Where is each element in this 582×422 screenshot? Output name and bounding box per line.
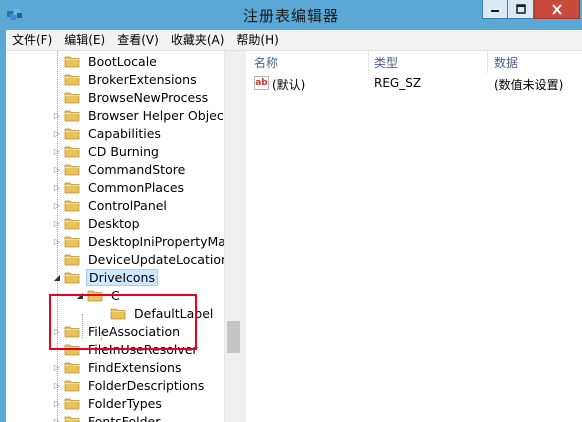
menu-view[interactable]: 查看(V) (111, 31, 165, 49)
tree-node-label: FolderDescriptions (88, 377, 205, 393)
value-data: (数值未设置) (494, 78, 564, 92)
tree-node-label: BootLocale (88, 53, 157, 69)
expand-arrow-icon[interactable]: ▷ (52, 214, 62, 232)
tree-node-label: BrokerExtensions (88, 71, 197, 87)
maximize-button[interactable] (508, 0, 534, 19)
collapse-arrow-icon[interactable]: ◢ (52, 268, 62, 286)
expand-arrow-icon[interactable]: ▷ (52, 232, 62, 250)
tree-scrollbar[interactable] (224, 51, 242, 422)
tree-node[interactable]: ▷ FindExtensions (52, 358, 184, 376)
tree-node-label: DeviceUpdateLocations (88, 251, 236, 267)
expand-arrow-icon[interactable]: ▷ (52, 106, 62, 124)
tree-node-label: FolderTypes (88, 395, 162, 411)
folder-icon (64, 398, 80, 410)
folder-icon (64, 56, 80, 68)
tree-node[interactable]: BrokerExtensions (52, 70, 199, 88)
client-area: 文件(F) 编辑(E) 查看(V) 收藏夹(A) 帮助(H) BootLocal… (6, 30, 582, 422)
tree-node[interactable]: ▷ Desktop (52, 214, 142, 232)
tree-node[interactable]: ▷ CD Burning (52, 142, 161, 160)
tree-node-label: CommandStore (88, 161, 186, 177)
tree-node-label: Browser Helper Objects (88, 107, 236, 123)
folder-icon (64, 164, 80, 176)
value-name: (默认) (272, 78, 306, 92)
string-value-icon: ab (254, 76, 269, 90)
tree-node[interactable]: ▷ Browser Helper Objects (52, 106, 237, 124)
column-header-data[interactable]: 数据 (494, 54, 518, 71)
tree-node-label: CommonPlaces (88, 179, 185, 195)
tree-node-label: Desktop (88, 215, 140, 231)
menu-edit[interactable]: 编辑(E) (58, 31, 111, 49)
tree-node[interactable]: DeviceUpdateLocations (52, 250, 237, 268)
minimize-icon (491, 10, 499, 12)
folder-icon (64, 74, 80, 86)
tree-node-label: FontsFolder (88, 413, 161, 422)
expand-arrow-icon[interactable]: ▷ (52, 394, 62, 412)
menu-file[interactable]: 文件(F) (6, 31, 58, 49)
tree-scrollbar-thumb[interactable] (227, 321, 240, 353)
tree-node[interactable]: ▷ DesktopIniPropertyMap (52, 232, 236, 250)
tree-node[interactable]: ▷ Capabilities (52, 124, 163, 142)
expand-arrow-icon[interactable]: ▷ (52, 124, 62, 142)
folder-icon (64, 236, 80, 248)
expand-arrow-icon[interactable]: ▷ (52, 160, 62, 178)
tree-node-label: FindExtensions (88, 359, 182, 375)
close-icon (552, 3, 562, 15)
list-row[interactable]: ab (默认) REG_SZ (数值未设置) (246, 75, 582, 93)
folder-icon (64, 92, 80, 104)
folder-icon (64, 146, 80, 158)
folder-icon (64, 380, 80, 392)
highlight-annotation-box (49, 294, 197, 350)
registry-tree[interactable]: BootLocale BrokerExtensions BrowseNewProce… (6, 51, 242, 422)
expand-arrow-icon[interactable]: ▷ (52, 358, 62, 376)
folder-icon (64, 218, 80, 230)
maximize-icon (515, 4, 526, 14)
expand-arrow-icon[interactable]: ▷ (52, 142, 62, 160)
folder-icon (64, 200, 80, 212)
column-header-name[interactable]: 名称 (254, 54, 278, 71)
list-header: 名称 类型 数据 (246, 51, 582, 73)
value-list[interactable]: 名称 类型 数据 ab (默认) REG_SZ (数值未设置) (246, 51, 582, 422)
tree-node-label: Capabilities (88, 125, 161, 141)
tree-node[interactable]: ◢ DriveIcons (52, 268, 158, 286)
close-button[interactable] (534, 0, 580, 19)
tree-node[interactable]: ▷ FolderDescriptions (52, 376, 206, 394)
tree-node[interactable]: ▷ FontsFolder (52, 412, 162, 422)
menu-help[interactable]: 帮助(H) (230, 31, 284, 49)
tree-node[interactable]: BrowseNewProcess (52, 88, 210, 106)
folder-icon (64, 110, 80, 122)
folder-icon (64, 272, 80, 284)
minimize-button[interactable] (482, 0, 508, 19)
folder-icon (64, 254, 80, 266)
expand-arrow-icon[interactable]: ▷ (52, 178, 62, 196)
value-type: REG_SZ (374, 76, 422, 90)
folder-icon (64, 416, 80, 422)
tree-node-label: DesktopIniPropertyMap (88, 233, 234, 249)
menu-bar: 文件(F) 编辑(E) 查看(V) 收藏夹(A) 帮助(H) (6, 30, 582, 51)
tree-node-label: CD Burning (88, 143, 159, 159)
folder-icon (64, 128, 80, 140)
tree-node-label: DriveIcons (86, 268, 158, 286)
tree-node[interactable]: ▷ CommandStore (52, 160, 187, 178)
folder-icon (64, 362, 80, 374)
expand-arrow-icon[interactable]: ▷ (52, 196, 62, 214)
tree-node-label: BrowseNewProcess (88, 89, 209, 105)
tree-node[interactable]: ▷ CommonPlaces (52, 178, 186, 196)
tree-node[interactable]: ▷ ControlPanel (52, 196, 169, 214)
expand-arrow-icon[interactable]: ▷ (52, 412, 62, 422)
tree-node[interactable]: BootLocale (52, 52, 159, 70)
menu-favorites[interactable]: 收藏夹(A) (165, 31, 231, 49)
column-divider[interactable] (487, 51, 488, 73)
column-header-type[interactable]: 类型 (374, 54, 398, 71)
folder-icon (64, 182, 80, 194)
expand-arrow-icon[interactable]: ▷ (52, 376, 62, 394)
column-divider[interactable] (368, 51, 369, 73)
tree-node-label: ControlPanel (88, 197, 167, 213)
title-bar: 注册表编辑器 (0, 0, 582, 30)
tree-node[interactable]: ▷ FolderTypes (52, 394, 164, 412)
